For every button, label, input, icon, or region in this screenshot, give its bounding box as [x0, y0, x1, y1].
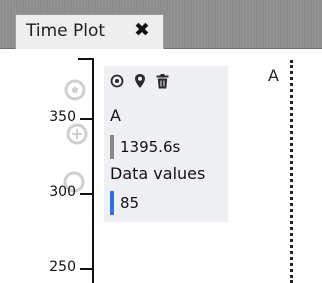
- readout-panel: A 1395.6s Data values 85: [104, 66, 228, 222]
- series-name-label: A: [110, 106, 121, 125]
- readout-toolbar: [110, 72, 169, 90]
- trash-icon[interactable]: [156, 73, 169, 89]
- y-axis-line: [92, 58, 94, 283]
- cursor-series-label: A: [268, 66, 279, 85]
- tab-time-plot[interactable]: Time Plot ✖: [15, 14, 164, 49]
- y-tick: [80, 268, 92, 270]
- close-icon[interactable]: ✖: [134, 19, 150, 41]
- y-tick-label: 250: [49, 259, 76, 275]
- y-tick-label: 350: [49, 109, 76, 125]
- data-value: 85: [120, 194, 140, 212]
- time-color-bar: [110, 135, 114, 159]
- data-values-label: Data values: [110, 164, 206, 183]
- map-pin-icon[interactable]: [134, 73, 146, 89]
- y-tick: [80, 193, 92, 195]
- y-tick-label: 300: [49, 184, 76, 200]
- tab-title: Time Plot: [26, 21, 106, 41]
- target-icon[interactable]: [110, 74, 124, 88]
- data-color-bar: [110, 191, 114, 215]
- time-value: 1395.6s: [120, 138, 181, 156]
- cursor-line[interactable]: [290, 60, 293, 283]
- y-tick: [80, 118, 92, 120]
- y-axis-cap: [78, 58, 94, 60]
